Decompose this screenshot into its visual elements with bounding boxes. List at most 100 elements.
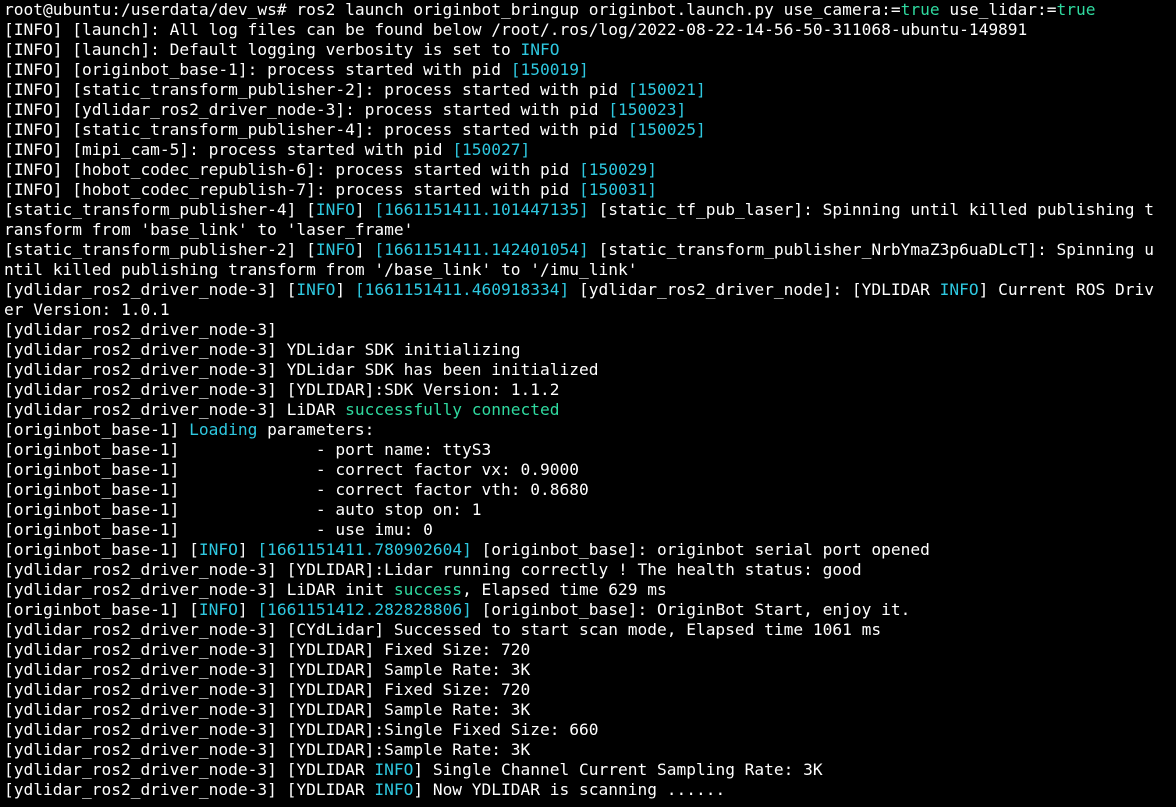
terminal-line: [originbot_base-1] - correct factor vx: … [4, 460, 1176, 480]
terminal-text-segment: [INFO] [hobot_codec_republish-7]: proces… [4, 180, 579, 199]
terminal-line: [ydlidar_ros2_driver_node-3] [INFO] [166… [4, 280, 1176, 300]
terminal-line: [originbot_base-1] - port name: ttyS3 [4, 440, 1176, 460]
terminal-text-segment: [150023] [608, 100, 687, 119]
terminal-text-segment: [ydlidar_ros2_driver_node-3] [YDLIDAR] F… [4, 680, 531, 699]
terminal-text-segment: [ydlidar_ros2_driver_node-3] [4, 320, 277, 339]
terminal-line: ransform from 'base_link' to 'laser_fram… [4, 220, 1176, 240]
terminal-text-segment: parameters: [257, 420, 375, 439]
terminal-text-segment: [ydlidar_ros2_driver_node-3] [YDLIDAR]:S… [4, 740, 531, 759]
terminal-text-segment: ntil killed publishing transform from '/… [4, 260, 638, 279]
terminal-text-segment: INFO [374, 780, 414, 799]
terminal-line: [INFO] [hobot_codec_republish-7]: proces… [4, 180, 1176, 200]
terminal-text-segment: [ydlidar_ros2_driver_node-3] [YDLIDAR] S… [4, 700, 531, 719]
terminal-line: [ydlidar_ros2_driver_node-3] [YDLIDAR] F… [4, 640, 1176, 660]
terminal-line: [ydlidar_ros2_driver_node-3] [YDLIDAR IN… [4, 780, 1176, 800]
terminal-text-segment: [INFO] [launch]: Default logging verbosi… [4, 40, 521, 59]
terminal-text-segment: INFO [296, 280, 336, 299]
terminal-text-segment: use_lidar:= [939, 0, 1057, 19]
terminal-text-segment: [originbot_base-1] - correct factor vx: … [4, 460, 579, 479]
terminal-line: [originbot_base-1] - correct factor vth:… [4, 480, 1176, 500]
terminal-line: [INFO] [static_transform_publisher-2]: p… [4, 80, 1176, 100]
terminal-text-segment: [static_tf_pub_laser]: Spinning until ki… [588, 200, 1155, 219]
terminal-text-segment: [1661151411.780902604] [257, 540, 472, 559]
terminal-text-segment: [ydlidar_ros2_driver_node-3] [CYdLidar] … [4, 620, 882, 639]
terminal-text-segment: [ydlidar_ros2_driver_node-3] YDLidar SDK… [4, 360, 599, 379]
terminal-text-segment: [originbot_base]: OriginBot Start, enjoy… [471, 600, 911, 619]
terminal-text-segment: [static_transform_publisher-2] [ [4, 240, 316, 259]
terminal-line: [originbot_base-1] - auto stop on: 1 [4, 500, 1176, 520]
terminal-text-segment: [ydlidar_ros2_driver_node]: [YDLIDAR [569, 280, 940, 299]
terminal-line: [INFO] [launch]: Default logging verbosi… [4, 40, 1176, 60]
terminal-text-segment: INFO [198, 600, 238, 619]
terminal-text-segment: [static_transform_publisher_NrbYmaZ3p6ua… [588, 240, 1155, 259]
terminal-line: [ydlidar_ros2_driver_node-3] YDLidar SDK… [4, 340, 1176, 360]
terminal-text-segment: [ydlidar_ros2_driver_node-3] [YDLIDAR] F… [4, 640, 531, 659]
terminal-line: [ydlidar_ros2_driver_node-3] [YDLIDAR IN… [4, 760, 1176, 780]
terminal-text-segment: er Version: 1.0.1 [4, 300, 170, 319]
terminal-text-segment: [150031] [579, 180, 657, 199]
terminal-line: [INFO] [hobot_codec_republish-6]: proces… [4, 160, 1176, 180]
terminal-text-segment: ] [237, 540, 258, 559]
terminal-text-segment: [ydlidar_ros2_driver_node-3] LiDAR init [4, 580, 394, 599]
terminal-text-segment: root@ubuntu:/userdata/dev_ws# ros2 launc… [4, 0, 901, 19]
terminal-text-segment: INFO [315, 240, 355, 259]
terminal-line: [ydlidar_ros2_driver_node-3] [YDLIDAR]:S… [4, 740, 1176, 760]
terminal-text-segment: INFO [520, 40, 560, 59]
terminal-text-segment: ] [354, 200, 375, 219]
terminal-line: [originbot_base-1] - use imu: 0 [4, 520, 1176, 540]
terminal-text-segment: INFO [374, 760, 414, 779]
terminal-text-segment: ] Single Channel Current Sampling Rate: … [413, 760, 823, 779]
terminal-line: [originbot_base-1] Loading parameters: [4, 420, 1176, 440]
terminal-text-segment: INFO [198, 540, 238, 559]
terminal-text-segment: [INFO] [static_transform_publisher-2]: p… [4, 80, 628, 99]
terminal-line: [ydlidar_ros2_driver_node-3] [YDLIDAR]:S… [4, 720, 1176, 740]
terminal-text-segment: , Elapsed time 629 ms [462, 580, 667, 599]
terminal-text-segment: [INFO] [hobot_codec_republish-6]: proces… [4, 160, 579, 179]
terminal-text-segment: [150021] [627, 80, 706, 99]
terminal-text-segment: ] [335, 280, 355, 299]
terminal-line: [ydlidar_ros2_driver_node-3] [YDLIDAR]:L… [4, 560, 1176, 580]
terminal-text-segment: [1661151411.142401054] [374, 240, 589, 259]
terminal-text-segment: [ydlidar_ros2_driver_node-3] [ [4, 280, 297, 299]
terminal-text-segment: INFO [939, 280, 979, 299]
terminal-text-segment: ] Now YDLIDAR is scanning ...... [413, 780, 726, 799]
terminal-text-segment: ransform from 'base_link' to 'laser_fram… [4, 220, 414, 239]
terminal-text-segment: [1661151412.282828806] [257, 600, 472, 619]
terminal-text-segment: success [393, 580, 463, 599]
terminal-line: [INFO] [originbot_base-1]: process start… [4, 60, 1176, 80]
terminal-text-segment: ] Current ROS Driv [978, 280, 1155, 299]
terminal-line: [INFO] [launch]: All log files can be fo… [4, 20, 1176, 40]
terminal-line: [static_transform_publisher-2] [INFO] [1… [4, 240, 1176, 260]
terminal-text-segment: [1661151411.460918334] [354, 280, 570, 299]
terminal-text-segment: true [1056, 0, 1096, 19]
terminal-text-segment: Loading [189, 420, 258, 439]
terminal-text-segment: [INFO] [launch]: All log files can be fo… [4, 20, 1028, 39]
terminal-text-segment: [ydlidar_ros2_driver_node-3] [YDLIDAR] S… [4, 660, 531, 679]
terminal-output[interactable]: root@ubuntu:/userdata/dev_ws# ros2 launc… [0, 0, 1176, 807]
terminal-line: [ydlidar_ros2_driver_node-3] [YDLIDAR] S… [4, 700, 1176, 720]
terminal-line: [originbot_base-1] [INFO] [1661151411.78… [4, 540, 1176, 560]
terminal-text-segment: ] [237, 600, 258, 619]
terminal-text-segment: [ydlidar_ros2_driver_node-3] [YDLIDAR]:S… [4, 720, 599, 739]
terminal-line: [ydlidar_ros2_driver_node-3] [YDLIDAR] S… [4, 660, 1176, 680]
terminal-text-segment: [INFO] [static_transform_publisher-4]: p… [4, 120, 628, 139]
terminal-text-segment: [150019] [510, 60, 589, 79]
terminal-text-segment: [1661151411.101447135] [374, 200, 589, 219]
terminal-line: [ydlidar_ros2_driver_node-3] LiDAR init … [4, 580, 1176, 600]
terminal-line: er Version: 1.0.1 [4, 300, 1176, 320]
terminal-text-segment: [ydlidar_ros2_driver_node-3] [YDLIDAR]:S… [4, 380, 560, 399]
terminal-text-segment: [150027] [452, 140, 531, 159]
terminal-text-segment: [INFO] [originbot_base-1]: process start… [4, 60, 511, 79]
terminal-text-segment: [INFO] [ydlidar_ros2_driver_node-3]: pro… [4, 100, 609, 119]
terminal-line: ntil killed publishing transform from '/… [4, 260, 1176, 280]
terminal-line: [ydlidar_ros2_driver_node-3] [YDLIDAR]:S… [4, 380, 1176, 400]
terminal-line: [ydlidar_ros2_driver_node-3] YDLidar SDK… [4, 360, 1176, 380]
terminal-text-segment: [150025] [627, 120, 706, 139]
terminal-text-segment: [originbot_base-1] - auto stop on: 1 [4, 500, 482, 519]
terminal-line: [ydlidar_ros2_driver_node-3] [YDLIDAR] F… [4, 680, 1176, 700]
terminal-text-segment: [ydlidar_ros2_driver_node-3] [YDLIDAR [4, 760, 375, 779]
terminal-text-segment: [ydlidar_ros2_driver_node-3] [YDLIDAR]:L… [4, 560, 862, 579]
terminal-text-segment: INFO [315, 200, 355, 219]
terminal-text-segment: [originbot_base-1] [4, 420, 190, 439]
terminal-text-segment: [ydlidar_ros2_driver_node-3] [YDLIDAR [4, 780, 375, 799]
